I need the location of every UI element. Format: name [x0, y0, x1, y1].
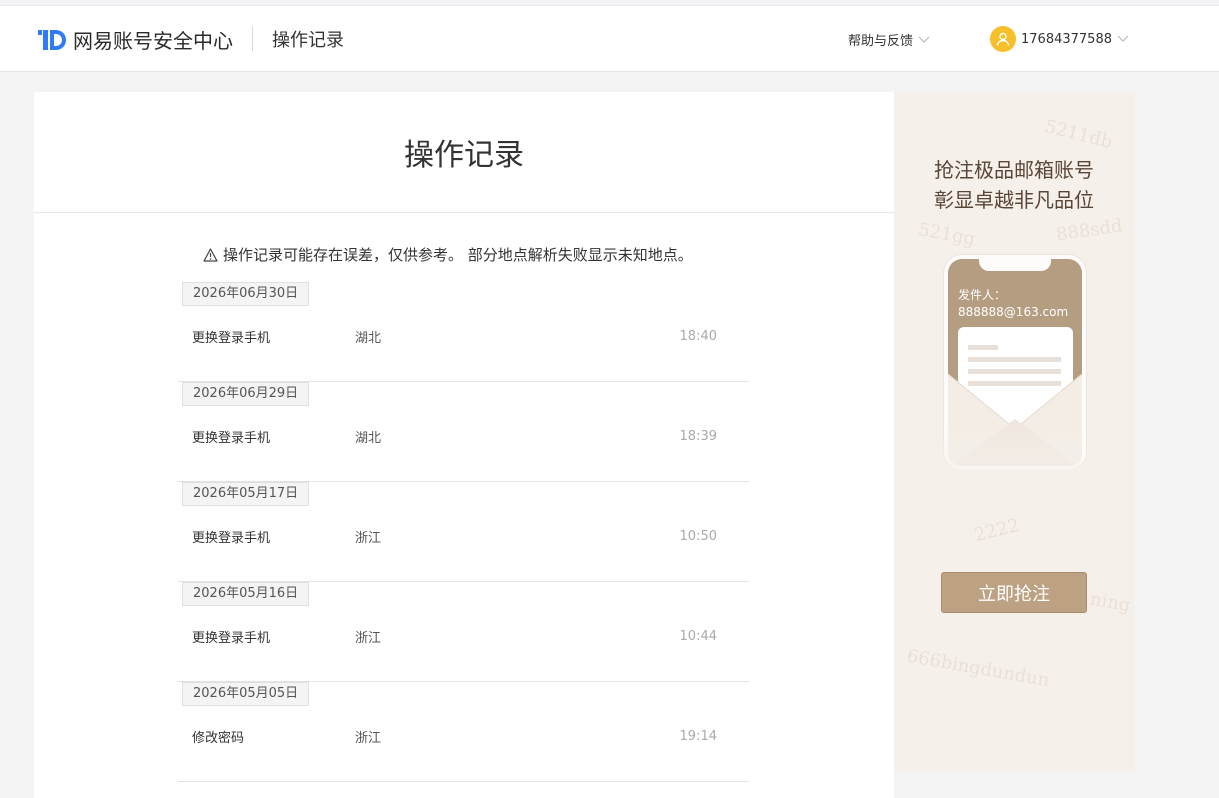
header-divider — [252, 26, 253, 51]
brand-logo[interactable]: 网易账号安全中心 — [38, 25, 233, 54]
sender-email: 888888@163.com — [958, 305, 1069, 319]
notice-text: 操作记录可能存在误差，仅供参考。 部分地点解析失败显示未知地点。 — [223, 246, 693, 264]
netease-id-logo-icon — [38, 29, 66, 50]
ad-title-line1: 抢注极品邮箱账号 — [934, 158, 1094, 182]
ad-watermark-text: 5211db — [1042, 115, 1115, 154]
record-time: 19:14 — [679, 729, 717, 744]
record-date: 2026年06月29日 — [182, 382, 310, 406]
record-time: 10:44 — [679, 629, 717, 644]
avatar — [990, 26, 1016, 52]
ad-watermark-text: ning — [1088, 588, 1132, 617]
record-time: 18:39 — [679, 429, 717, 444]
ad-title-line2: 彰显卓越非凡品位 — [934, 188, 1094, 212]
record-time: 18:40 — [679, 329, 717, 344]
warning-icon — [203, 247, 218, 262]
record-action: 更换登录手机 — [192, 531, 271, 546]
record-location: 湖北 — [355, 331, 382, 346]
record-row: 2026年05月16日 更换登录手机 浙江 10:44 — [178, 582, 749, 682]
help-feedback-menu[interactable]: 帮助与反馈 — [848, 30, 930, 49]
ad-watermark-text: 521gg — [916, 219, 977, 250]
record-location: 浙江 — [355, 731, 382, 746]
record-location: 湖北 — [355, 431, 382, 446]
notice: 操作记录可能存在误差，仅供参考。 部分地点解析失败显示未知地点。 — [203, 244, 693, 265]
header-page-name: 操作记录 — [272, 30, 344, 51]
record-action: 更换登录手机 — [192, 631, 271, 646]
header: 网易账号安全中心 操作记录 帮助与反馈 17684377588 — [0, 6, 1219, 72]
letter-line — [968, 345, 998, 350]
operation-records-panel: 操作记录 操作记录可能存在误差，仅供参考。 部分地点解析失败显示未知地点。 20… — [34, 92, 894, 798]
help-feedback-label: 帮助与反馈 — [848, 34, 914, 49]
chevron-down-icon — [918, 36, 930, 43]
chevron-down-icon — [1117, 35, 1129, 42]
record-row: 2026年06月30日 更换登录手机 湖北 18:40 — [178, 282, 749, 382]
record-time: 10:50 — [679, 529, 717, 544]
brand-name: 网易账号安全中心 — [73, 29, 233, 53]
ad-watermark-text: 888sdd — [1054, 215, 1124, 246]
username: 17684377588 — [1021, 31, 1112, 47]
record-row: 2026年05月17日 更换登录手机 浙江 10:50 — [178, 482, 749, 582]
record-location: 浙江 — [355, 631, 382, 646]
sender-label: 发件人： — [958, 288, 1007, 302]
record-location: 浙江 — [355, 531, 382, 546]
letter-line — [968, 357, 1061, 362]
record-date: 2026年05月16日 — [182, 582, 310, 606]
record-action: 更换登录手机 — [192, 331, 271, 346]
record-date: 2026年05月05日 — [182, 682, 310, 706]
user-icon — [996, 32, 1010, 46]
phone-fade — [940, 422, 1082, 492]
record-row: 2026年06月29日 更换登录手机 湖北 18:39 — [178, 382, 749, 482]
email-ad-banner[interactable]: 5211db 2222 666bingdundun 888sdd ning 52… — [894, 92, 1134, 772]
record-action: 更换登录手机 — [192, 431, 271, 446]
phone-notch — [979, 259, 1051, 271]
record-date: 2026年06月30日 — [182, 282, 310, 306]
record-row: 2026年05月05日 修改密码 浙江 19:14 — [178, 682, 749, 782]
ad-watermark-text: 666bingdundun — [905, 645, 1051, 692]
ad-watermark-text: 2222 — [972, 514, 1022, 547]
record-action: 修改密码 — [192, 731, 245, 746]
register-now-button[interactable]: 立即抢注 — [941, 572, 1087, 613]
user-menu[interactable]: 17684377588 — [990, 26, 1129, 52]
record-date: 2026年05月17日 — [182, 482, 310, 506]
page-title: 操作记录 — [34, 92, 894, 213]
